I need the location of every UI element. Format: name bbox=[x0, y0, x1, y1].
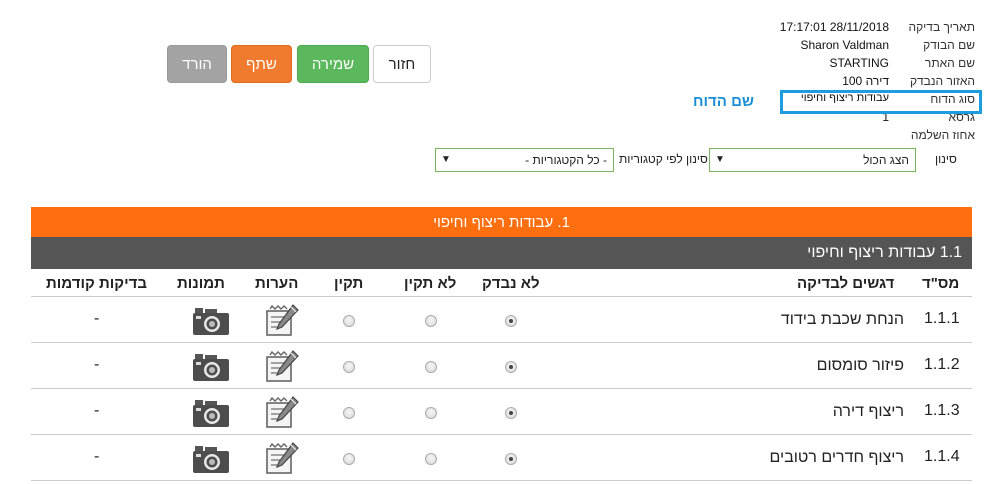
info-row-inspector: שם הבודק Sharon Valdman bbox=[720, 38, 976, 56]
filter-label: סינון bbox=[935, 152, 957, 166]
triangle-down-icon: ▼ bbox=[441, 154, 451, 165]
row-number: 1.1.4 bbox=[924, 448, 960, 465]
ok-radio[interactable] bbox=[343, 453, 355, 465]
row-description: הנחת שכבת בידוד bbox=[780, 311, 904, 328]
report-name-link[interactable]: שם הדוח bbox=[693, 93, 754, 110]
col-ok-header: תקין bbox=[334, 275, 364, 292]
notepad-pencil-icon[interactable] bbox=[264, 395, 300, 429]
table-row: 1.1.1 הנחת שכבת בידוד - bbox=[31, 297, 972, 343]
site-label: שם האתר bbox=[924, 56, 975, 70]
not-ok-radio[interactable] bbox=[425, 361, 437, 373]
triangle-down-icon: ▼ bbox=[715, 154, 725, 165]
row-description: ריצוף דירה bbox=[832, 403, 904, 420]
date-value: 17:17:01 28/11/2018 bbox=[779, 20, 889, 34]
previous-checks: - bbox=[94, 310, 100, 327]
show-filter-value: הצג הכול bbox=[863, 153, 909, 167]
table-row: 1.1.4 ריצוף חדרים רטובים - bbox=[31, 435, 972, 481]
col-notes-header: הערות bbox=[255, 275, 299, 292]
site-value: STARTING bbox=[829, 56, 889, 70]
info-row-completion: אחוז השלמה bbox=[720, 128, 975, 146]
row-number: 1.1.1 bbox=[924, 310, 960, 327]
col-focus-header: דגשים לבדיקה bbox=[797, 275, 895, 292]
not-ok-radio[interactable] bbox=[425, 453, 437, 465]
row-description: ריצוף חדרים רטובים bbox=[769, 449, 904, 466]
ok-radio[interactable] bbox=[343, 361, 355, 373]
ok-radio[interactable] bbox=[343, 315, 355, 327]
col-not-ok-header: לא תקין bbox=[404, 275, 457, 292]
table-row: 1.1.2 פיזור סומסום - bbox=[31, 343, 972, 389]
previous-checks: - bbox=[94, 448, 100, 465]
subsection-title: 1.1 עבודות ריצוף וחיפוי bbox=[807, 244, 962, 261]
ok-radio[interactable] bbox=[343, 407, 355, 419]
camera-icon[interactable] bbox=[192, 352, 230, 382]
not-checked-radio[interactable] bbox=[505, 361, 517, 373]
notepad-pencil-icon[interactable] bbox=[264, 303, 300, 337]
area-label: האזור הנבדק bbox=[909, 74, 975, 88]
area-value: דירה 100 bbox=[842, 74, 889, 88]
row-description: פיזור סומסום bbox=[816, 357, 904, 374]
subsection-header[interactable]: 1.1 עבודות ריצוף וחיפוי bbox=[31, 237, 972, 269]
table-row: 1.1.3 ריצוף דירה - bbox=[31, 389, 972, 435]
row-number: 1.1.3 bbox=[924, 402, 960, 419]
col-photos-header: תמונות bbox=[177, 275, 225, 292]
notepad-pencil-icon[interactable] bbox=[264, 441, 300, 475]
section-title: 1. עבודות ריצוף וחיפוי bbox=[433, 213, 570, 231]
report-info: תאריך בדיקה 17:17:01 28/11/2018 שם הבודק… bbox=[720, 20, 975, 146]
row-number: 1.1.2 bbox=[924, 356, 960, 373]
col-not-checked-header: לא נבדק bbox=[482, 275, 540, 292]
not-ok-radio[interactable] bbox=[425, 407, 437, 419]
inspector-value: Sharon Valdman bbox=[800, 38, 890, 52]
info-row-date: תאריך בדיקה 17:17:01 28/11/2018 bbox=[720, 20, 975, 38]
category-filter-label: סינון לפי קטגוריות bbox=[619, 152, 708, 166]
report-type-highlight bbox=[780, 90, 982, 114]
previous-checks: - bbox=[94, 402, 100, 419]
notepad-pencil-icon[interactable] bbox=[264, 349, 300, 383]
show-filter-select[interactable]: הצג הכול ▼ bbox=[709, 148, 916, 172]
not-checked-radio[interactable] bbox=[505, 315, 517, 327]
info-row-site: שם האתר STARTING bbox=[720, 56, 975, 74]
col-num-header: מס"ד bbox=[922, 275, 960, 292]
camera-icon[interactable] bbox=[192, 306, 230, 336]
camera-icon[interactable] bbox=[192, 398, 230, 428]
share-button[interactable]: שתף bbox=[231, 45, 292, 83]
download-button[interactable]: הורד bbox=[167, 45, 227, 83]
back-button[interactable]: חזור bbox=[373, 45, 431, 83]
not-checked-radio[interactable] bbox=[505, 453, 517, 465]
save-button[interactable]: שמירה bbox=[297, 45, 369, 83]
not-ok-radio[interactable] bbox=[425, 315, 437, 327]
previous-checks: - bbox=[94, 356, 100, 373]
completion-label: אחוז השלמה bbox=[910, 128, 975, 142]
col-previous-header: בדיקות קודמות bbox=[46, 275, 147, 292]
not-checked-radio[interactable] bbox=[505, 407, 517, 419]
section-header[interactable]: 1. עבודות ריצוף וחיפוי bbox=[31, 207, 972, 237]
category-filter-value: - כל הקטגוריות - bbox=[525, 153, 607, 167]
camera-icon[interactable] bbox=[192, 444, 230, 474]
category-filter-select[interactable]: - כל הקטגוריות - ▼ bbox=[435, 148, 614, 172]
inspector-label: שם הבודק bbox=[923, 38, 975, 52]
date-label: תאריך בדיקה bbox=[908, 20, 976, 34]
